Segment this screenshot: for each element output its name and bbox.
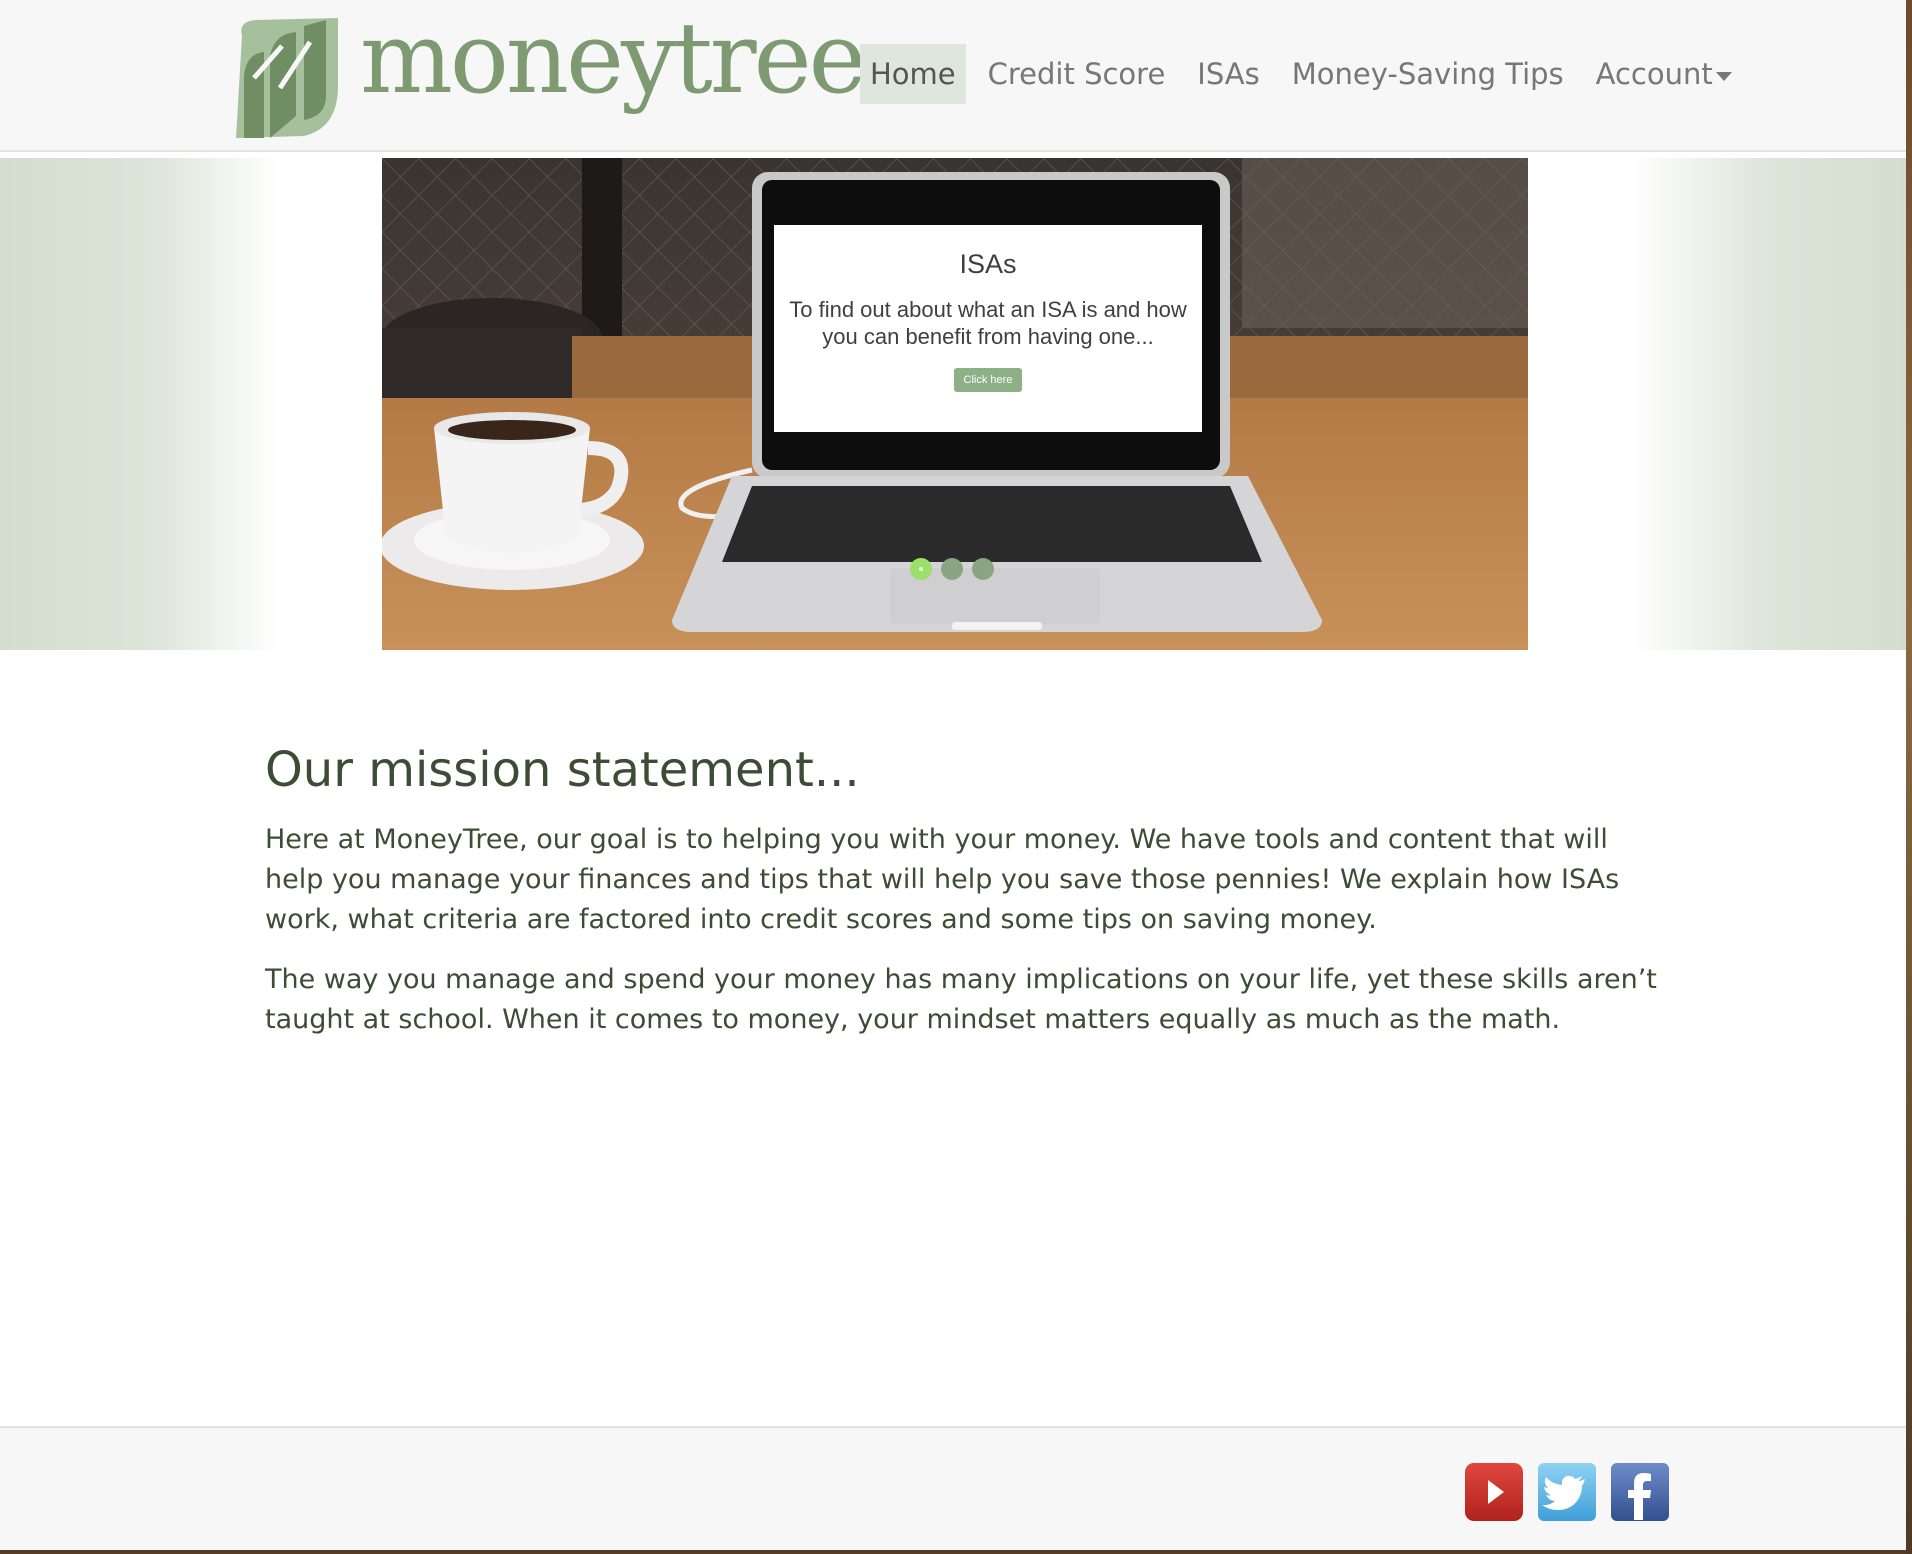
twitter-icon bbox=[1538, 1463, 1596, 1521]
nav-item-label: Credit Score bbox=[987, 57, 1166, 91]
mission-paragraph-2: The way you manage and spend your money … bbox=[265, 964, 1657, 1035]
carousel-indicators bbox=[910, 558, 1003, 580]
nav-item-isas[interactable]: ISAs bbox=[1187, 44, 1269, 104]
nav-item-money-saving-tips[interactable]: Money-Saving Tips bbox=[1282, 44, 1574, 104]
nav-item-label: Account bbox=[1595, 57, 1713, 91]
slide-click-here-button[interactable]: Click here bbox=[953, 368, 1023, 392]
nav-item-home[interactable]: Home bbox=[860, 44, 966, 104]
logo-link[interactable]: moneytree bbox=[234, 10, 867, 140]
mission-paragraph-1: Here at MoneyTree, our goal is to helpin… bbox=[265, 824, 1620, 935]
footer bbox=[0, 1426, 1912, 1550]
nav-item-label: Money-Saving Tips bbox=[1291, 57, 1564, 91]
desktop-background-strip bbox=[0, 1550, 1912, 1554]
youtube-icon bbox=[1465, 1463, 1523, 1521]
main-nav: Home Credit Score ISAs Money-Saving Tips… bbox=[860, 44, 1754, 104]
twitter-link[interactable] bbox=[1537, 1462, 1597, 1522]
moneytree-logo-icon bbox=[236, 18, 338, 138]
mission-heading: Our mission statement... bbox=[265, 742, 860, 798]
hero-carousel: ISAs To find out about what an ISA is an… bbox=[0, 158, 1912, 650]
mission-section: Our mission statement... Here at MoneyTr… bbox=[265, 742, 1665, 1040]
facebook-link[interactable] bbox=[1610, 1462, 1670, 1522]
carousel-dot-2[interactable] bbox=[941, 558, 963, 580]
nav-item-account[interactable]: Account bbox=[1586, 44, 1742, 104]
nav-item-credit-score[interactable]: Credit Score bbox=[978, 44, 1176, 104]
facebook-icon bbox=[1611, 1463, 1669, 1521]
brand-name: moneytree bbox=[360, 2, 867, 116]
caret-down-icon bbox=[1715, 71, 1732, 81]
nav-item-label: ISAs bbox=[1197, 57, 1260, 91]
carousel-dot-3[interactable] bbox=[972, 558, 994, 580]
desktop-background-edge bbox=[1906, 0, 1912, 1554]
nav-item-label: Home bbox=[870, 57, 956, 91]
carousel-dot-1[interactable] bbox=[910, 558, 932, 580]
navbar: moneytree Home Credit Score ISAs Money-S… bbox=[0, 0, 1912, 152]
youtube-link[interactable] bbox=[1464, 1462, 1524, 1522]
slide-text: To find out about what an ISA is and how… bbox=[789, 297, 1187, 349]
slide-title: ISAs bbox=[959, 249, 1017, 279]
carousel-slide: ISAs To find out about what an ISA is an… bbox=[382, 158, 1528, 650]
slide-caption: ISAs To find out about what an ISA is an… bbox=[774, 225, 1202, 432]
